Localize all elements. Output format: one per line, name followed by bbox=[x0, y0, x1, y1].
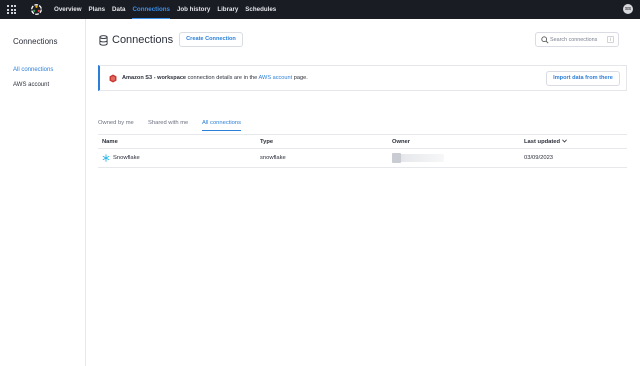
snowflake-icon bbox=[102, 154, 110, 162]
last-updated-date: 03/09/2023 bbox=[524, 155, 554, 161]
nav-overview[interactable]: Overview bbox=[54, 0, 82, 19]
chevron-down-icon[interactable] bbox=[562, 139, 567, 144]
nav-job-history[interactable]: Job history bbox=[177, 0, 210, 19]
nav-connections[interactable]: Connections bbox=[132, 0, 171, 19]
create-connection-button[interactable]: Create Connection bbox=[179, 32, 243, 47]
banner-message: Amazon S3 - workspace connection details… bbox=[122, 75, 308, 81]
amazon-s3-icon bbox=[109, 74, 117, 83]
info-banner: Amazon S3 - workspace connection details… bbox=[98, 65, 627, 91]
top-navigation-bar: Overview Plans Data Connections Job hist… bbox=[0, 0, 640, 19]
page-title: Connections bbox=[112, 34, 174, 46]
column-header-last-updated-label: Last updated bbox=[524, 139, 561, 145]
sidebar-item-all-connections[interactable]: All connections bbox=[13, 67, 53, 73]
connection-tabs: Owned by me Shared with me All connectio… bbox=[98, 120, 627, 131]
connection-type: snowflake bbox=[260, 155, 286, 161]
banner-text-after-link: page. bbox=[292, 75, 308, 81]
column-header-type[interactable]: Type bbox=[260, 139, 273, 145]
database-icon bbox=[99, 35, 108, 46]
brand-logo-icon[interactable] bbox=[31, 4, 42, 15]
sidebar: Connections All connections AWS account bbox=[0, 19, 86, 366]
owner-avatar bbox=[392, 153, 401, 163]
tab-owned-by-me[interactable]: Owned by me bbox=[98, 120, 134, 131]
main-nav: Overview Plans Data Connections Job hist… bbox=[54, 0, 283, 19]
nav-schedules[interactable]: Schedules bbox=[245, 0, 276, 19]
import-data-button[interactable]: Import data from there bbox=[546, 71, 620, 86]
sidebar-item-aws-account[interactable]: AWS account bbox=[13, 82, 49, 88]
search-input[interactable] bbox=[550, 34, 606, 45]
search-shortcut-key: / bbox=[607, 36, 614, 43]
banner-text-before-link: connection details are in the bbox=[186, 75, 259, 81]
search-box[interactable]: / bbox=[535, 32, 619, 47]
connection-name[interactable]: Snowflake bbox=[113, 155, 140, 161]
search-icon bbox=[541, 36, 549, 44]
column-header-name[interactable]: Name bbox=[102, 139, 118, 145]
table-row[interactable]: Snowflake snowflake 03/09/2023 bbox=[98, 149, 627, 168]
app-launcher-icon[interactable] bbox=[7, 5, 16, 14]
banner-bold-text: Amazon S3 - workspace bbox=[122, 75, 187, 81]
nav-data[interactable]: Data bbox=[112, 0, 125, 19]
tab-shared-with-me[interactable]: Shared with me bbox=[148, 120, 188, 131]
nav-library[interactable]: Library bbox=[217, 0, 238, 19]
nav-plans[interactable]: Plans bbox=[89, 0, 106, 19]
sidebar-title: Connections bbox=[13, 37, 58, 46]
user-avatar[interactable]: SS bbox=[623, 4, 633, 14]
column-header-last-updated[interactable]: Last updated bbox=[524, 139, 567, 145]
tab-all-connections[interactable]: All connections bbox=[202, 120, 241, 131]
column-header-owner[interactable]: Owner bbox=[392, 139, 410, 145]
aws-account-link[interactable]: AWS account bbox=[259, 75, 293, 81]
table-header: Name Type Owner Last updated bbox=[98, 134, 627, 149]
